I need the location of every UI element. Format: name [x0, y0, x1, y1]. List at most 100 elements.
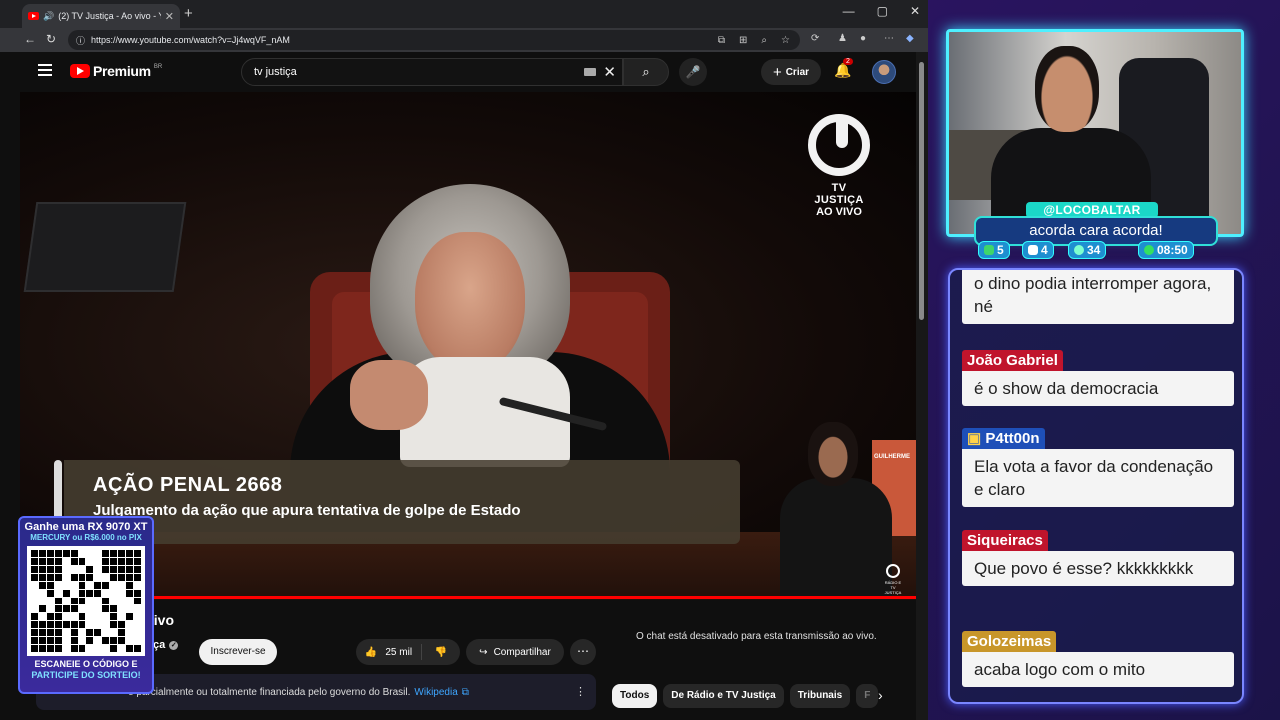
chip-channel[interactable]: De Rádio e TV Justiça — [663, 684, 784, 708]
scrollbar-thumb[interactable] — [919, 62, 924, 320]
translate-icon[interactable]: ⧉ — [718, 35, 725, 46]
chat-message: o dino podia interromper agora, né — [962, 270, 1234, 324]
refresh-ext-icon[interactable]: ⟳ — [811, 33, 819, 44]
qr-module — [31, 621, 38, 629]
zoom-icon[interactable]: ⌕ — [761, 35, 767, 46]
qr-module — [46, 565, 54, 573]
minimize-icon[interactable]: — — [843, 4, 855, 18]
search-icon: ⌕ — [642, 64, 650, 79]
qr-module — [31, 581, 38, 589]
qr-module — [94, 613, 102, 621]
chat-username: Siqueiracs — [962, 530, 1048, 551]
speaker-icon[interactable]: 🔊 — [43, 11, 54, 22]
chat-username: Golozeimas — [962, 631, 1057, 652]
qr-module — [31, 613, 38, 621]
extension-icon[interactable]: ♟ — [838, 33, 847, 44]
qr-module — [94, 565, 102, 573]
qr-module — [46, 605, 54, 613]
chip-more[interactable]: F — [856, 684, 879, 708]
refresh-icon[interactable]: ↻ — [46, 32, 56, 46]
info-menu-icon[interactable]: ⋮ — [575, 685, 586, 698]
qr-module — [110, 573, 118, 581]
apps-icon[interactable]: ⊞ — [739, 35, 747, 46]
qr-module — [118, 629, 126, 637]
qr-module — [38, 557, 46, 565]
favorite-star-icon[interactable]: ☆ — [781, 35, 790, 46]
qr-module — [62, 597, 70, 605]
qr-module — [110, 550, 118, 557]
discord-count: 34 — [1087, 243, 1101, 257]
share-button[interactable]: ↪ Compartilhar — [466, 639, 564, 665]
close-tab-icon[interactable]: ✕ — [165, 10, 174, 23]
qr-module — [78, 557, 86, 565]
notifications-button[interactable]: 🔔 2 — [834, 58, 853, 79]
qr-module — [110, 581, 118, 589]
url-field[interactable]: ⓘ https://www.youtube.com/watch?v=Jj4wqV… — [68, 30, 800, 50]
qr-module — [94, 605, 102, 613]
wikipedia-link[interactable]: Wikipedia — [414, 687, 457, 698]
channel-name[interactable]: iça ✓ — [150, 639, 179, 651]
like-button[interactable]: 👍 25 mil — [356, 644, 422, 660]
qr-module — [110, 645, 118, 652]
qr-module — [46, 589, 54, 597]
qr-module — [54, 581, 62, 589]
keyboard-icon[interactable] — [584, 68, 596, 76]
interpreter-body — [780, 478, 892, 600]
back-icon[interactable]: ← — [24, 32, 36, 46]
qr-module — [78, 605, 86, 613]
video-player[interactable]: GUILHERME TV JUSTIÇA AO VIVO RÁDIO E TV … — [20, 92, 916, 600]
qr-module — [118, 557, 126, 565]
profile-ext-icon[interactable]: ● — [860, 33, 866, 44]
qr-module — [38, 621, 46, 629]
share-label: Compartilhar — [493, 646, 551, 658]
new-tab-button[interactable]: + — [184, 5, 193, 22]
site-info-icon[interactable]: ⓘ — [76, 34, 85, 47]
qr-module — [110, 629, 118, 637]
qr-module — [134, 605, 141, 613]
video-progress-bar[interactable] — [20, 596, 916, 599]
qr-module — [31, 605, 38, 613]
voice-search-button[interactable]: 🎤 — [679, 58, 707, 86]
maximize-icon[interactable]: ▢ — [877, 4, 888, 18]
hamburger-menu-icon[interactable] — [38, 64, 52, 79]
scrollbar[interactable] — [916, 52, 928, 720]
youtube-favicon-icon — [28, 12, 39, 20]
qr-module — [110, 621, 118, 629]
qr-module — [86, 637, 94, 645]
more-actions-button[interactable]: ⋯ — [570, 639, 596, 665]
browser-tab[interactable]: 🔊 (2) TV Justiça - Ao vivo - You ✕ — [22, 4, 180, 28]
qr-module — [54, 597, 62, 605]
qr-module — [38, 597, 46, 605]
corner-logo-icon — [886, 564, 900, 578]
qr-module — [46, 550, 54, 557]
qr-module — [94, 629, 102, 637]
corner-logo-text: RÁDIO E TV JUSTIÇA — [884, 580, 902, 595]
close-window-icon[interactable]: ✕ — [910, 4, 920, 18]
chips-next-icon[interactable]: › — [878, 687, 883, 703]
menu-dots-icon[interactable]: ⋯ — [884, 33, 894, 44]
qr-module — [62, 629, 70, 637]
qr-code[interactable] — [27, 546, 145, 656]
youtube-logo[interactable]: Premium BR — [70, 63, 162, 79]
chip-all[interactable]: Todos — [612, 684, 658, 708]
qr-module — [102, 589, 110, 597]
clear-search-icon[interactable]: ✕ — [603, 63, 616, 81]
qr-module — [78, 581, 86, 589]
chip-tribunais[interactable]: Tribunais — [789, 684, 851, 708]
subscribe-button[interactable]: Inscrever-se — [199, 639, 277, 665]
youtube-count: 4 — [1041, 243, 1048, 257]
copilot-icon[interactable]: ◆ — [906, 33, 914, 44]
qr-module — [126, 565, 134, 573]
search-button[interactable]: ⌕ — [623, 58, 669, 86]
search-input[interactable]: tv justiça ✕ — [241, 58, 623, 86]
chat-icon — [984, 245, 994, 255]
streamer-head — [1035, 46, 1099, 132]
youtube-header: Premium BR tv justiça ✕ ⌕ 🎤 + Criar 🔔 2 — [20, 52, 916, 92]
dislike-button[interactable]: 👎 — [422, 647, 460, 658]
create-button[interactable]: + Criar — [761, 59, 821, 85]
qr-module — [86, 621, 94, 629]
qr-module — [46, 629, 54, 637]
account-avatar[interactable] — [872, 60, 896, 84]
logo-word: Premium — [93, 63, 151, 79]
discord-icon — [1074, 245, 1084, 255]
